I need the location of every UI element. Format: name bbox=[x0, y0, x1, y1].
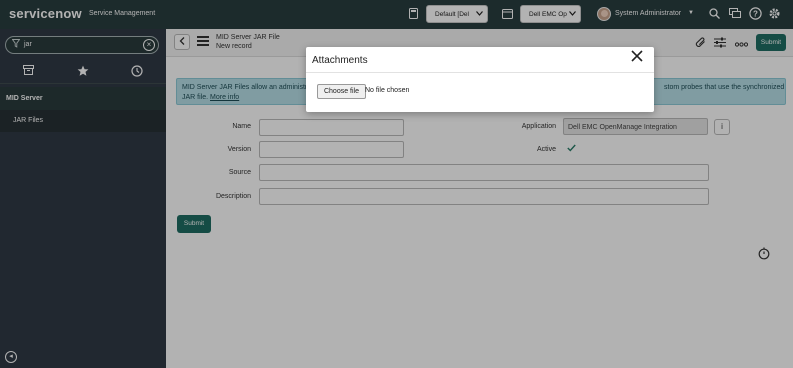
choose-file-button[interactable]: Choose file bbox=[317, 84, 366, 99]
modal-title: Attachments bbox=[312, 55, 368, 66]
modal-divider bbox=[306, 72, 654, 73]
no-file-text: No file chosen bbox=[365, 87, 410, 94]
close-icon[interactable] bbox=[631, 50, 643, 66]
attachments-modal: Attachments Choose file No file chosen bbox=[306, 47, 654, 112]
